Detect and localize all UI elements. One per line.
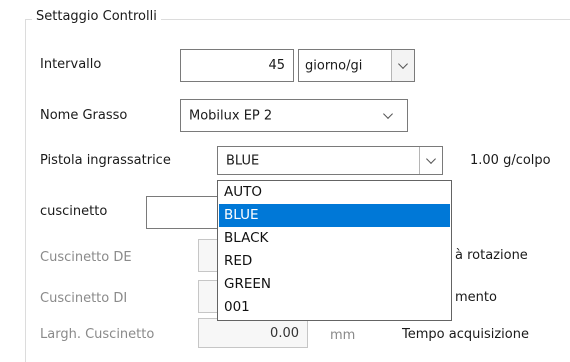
- bearing-label: cuscinetto: [40, 204, 108, 219]
- acquisition-time-label: Tempo acquisizione: [402, 327, 529, 342]
- grease-name-dropdown-button[interactable]: [369, 100, 407, 131]
- bearing-width-label: Largh. Cuscinetto: [40, 327, 155, 342]
- option-001[interactable]: 001: [219, 296, 450, 319]
- option-auto[interactable]: AUTO: [219, 181, 450, 204]
- chevron-down-icon: [383, 108, 393, 119]
- grease-gun-select[interactable]: BLUE: [217, 146, 443, 175]
- interval-input[interactable]: 45: [180, 49, 294, 82]
- interval-unit-value: giorno/gi: [305, 58, 363, 73]
- group-title: Settaggio Controlli: [32, 9, 161, 24]
- option-black[interactable]: BLACK: [219, 227, 450, 250]
- grease-gun-rate: 1.00 g/colpo: [470, 153, 551, 168]
- chevron-down-icon: [426, 154, 436, 165]
- bearing-de-label: Cuscinetto DE: [40, 250, 132, 265]
- grease-name-label: Nome Grasso: [40, 108, 128, 123]
- measurement-label: mento: [455, 290, 497, 305]
- option-red[interactable]: RED: [219, 250, 450, 273]
- bearing-input[interactable]: [146, 196, 226, 229]
- grease-gun-dropdown-button[interactable]: [419, 147, 442, 174]
- interval-value: 45: [268, 58, 285, 73]
- bearing-width-input[interactable]: 0.00: [198, 318, 308, 348]
- bearing-di-label: Cuscinetto DI: [40, 291, 128, 306]
- grease-gun-label: Pistola ingrassatrice: [40, 153, 171, 168]
- grease-gun-dropdown-list[interactable]: AUTO BLUE BLACK RED GREEN 001: [217, 180, 452, 321]
- interval-unit-dropdown-button[interactable]: [391, 50, 414, 81]
- grease-name-select[interactable]: Mobilux EP 2: [180, 99, 408, 132]
- interval-label: Intervallo: [40, 57, 102, 72]
- option-blue[interactable]: BLUE: [219, 204, 450, 227]
- grease-name-value: Mobilux EP 2: [189, 108, 273, 123]
- bearing-width-unit: mm: [330, 328, 356, 343]
- rotation-speed-label: à rotazione: [455, 248, 528, 263]
- option-green[interactable]: GREEN: [219, 273, 450, 296]
- interval-unit-select[interactable]: giorno/gi: [298, 49, 415, 82]
- chevron-down-icon: [398, 58, 408, 69]
- bearing-width-value: 0.00: [270, 326, 299, 341]
- grease-gun-value: BLUE: [226, 153, 260, 168]
